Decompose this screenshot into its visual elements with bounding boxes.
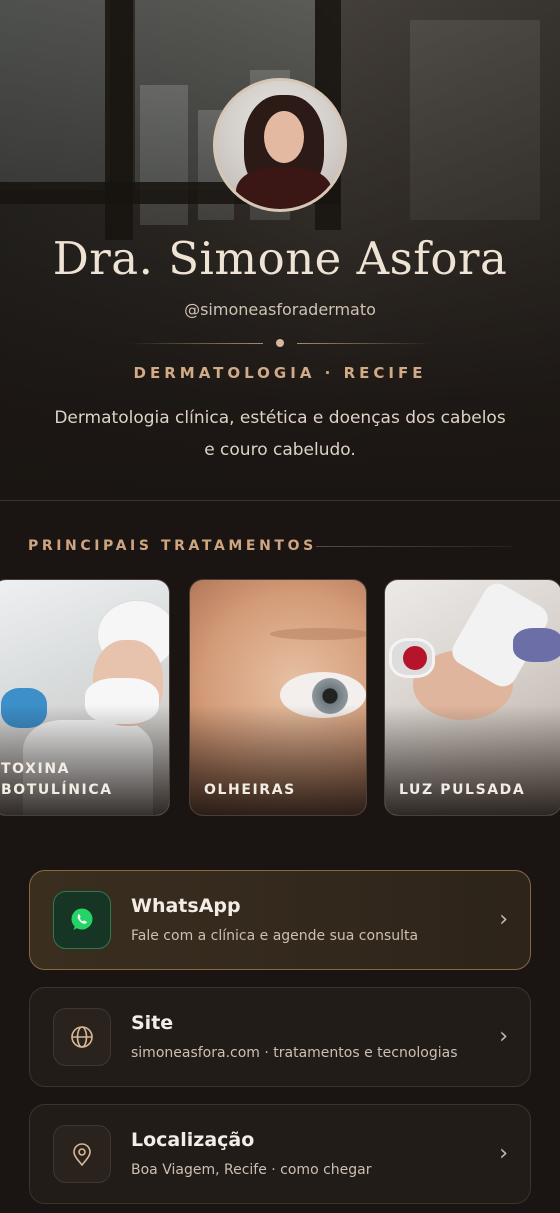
link-title: Site: [131, 1012, 174, 1034]
treatment-card-label: OLHEIRAS: [204, 782, 296, 798]
section-title-line: [316, 546, 512, 547]
profile-handle[interactable]: @simoneasforadermato: [0, 300, 560, 319]
treatment-card-luz-pulsada[interactable]: LUZ PULSADA: [384, 579, 560, 816]
location-pin-icon: [53, 1125, 111, 1183]
chevron-right-icon: ›: [499, 907, 508, 932]
location-link-button[interactable]: Localização Boa Viagem, Recife · como ch…: [29, 1104, 531, 1204]
link-title: Localização: [131, 1129, 255, 1151]
link-title: WhatsApp: [131, 895, 241, 917]
profile-name: Dra. Simone Asfora: [52, 232, 508, 285]
treatment-card-label: LUZ PULSADA: [399, 782, 526, 798]
profile-specialty: DERMATOLOGIA · RECIFE: [133, 364, 427, 382]
profile-bio: Dermatologia clínica, estética e doenças…: [54, 408, 506, 460]
link-subtitle: Boa Viagem, Recife · como chegar: [131, 1162, 372, 1178]
link-subtitle: simoneasfora.com · tratamentos e tecnolo…: [131, 1045, 458, 1061]
profile-avatar: [213, 78, 347, 212]
treatments-section-title: PRINCIPAIS TRATAMENTOS: [28, 538, 317, 554]
whatsapp-link-button[interactable]: WhatsApp Fale com a clínica e agende sua…: [29, 870, 531, 970]
treatment-card-olheiras[interactable]: OLHEIRAS: [189, 579, 367, 816]
site-link-button[interactable]: Site simoneasfora.com · tratamentos e te…: [29, 987, 531, 1087]
globe-icon: [53, 1008, 111, 1066]
ornament-divider: [128, 339, 432, 347]
treatment-card-label: TOXINA BOTULÍNICA: [1, 761, 113, 798]
link-subtitle: Fale com a clínica e agende sua consulta: [131, 928, 419, 944]
chevron-right-icon: ›: [499, 1024, 508, 1049]
whatsapp-icon: [53, 891, 111, 949]
treatment-card-toxina-botulinica[interactable]: TOXINA BOTULÍNICA: [0, 579, 170, 816]
chevron-right-icon: ›: [499, 1141, 508, 1166]
hero-divider: [0, 500, 560, 501]
